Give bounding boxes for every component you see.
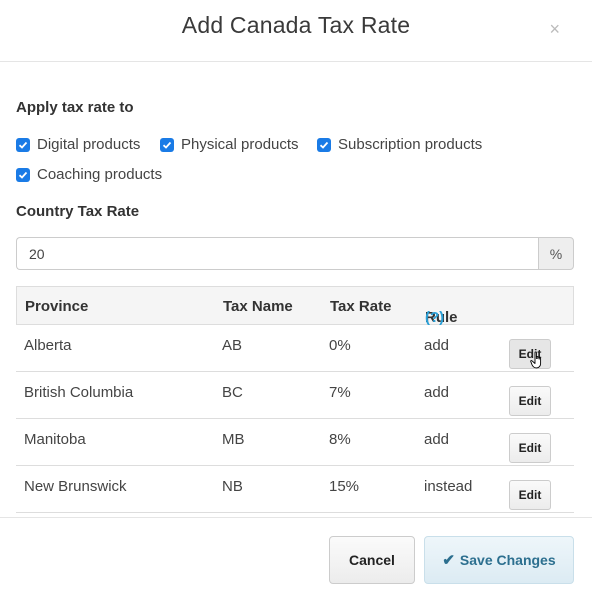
cancel-button[interactable]: Cancel bbox=[329, 536, 415, 584]
checkmark-icon: ✔ bbox=[442, 552, 455, 569]
country-tax-rate-label: Country Tax Rate bbox=[16, 203, 140, 220]
apply-tax-label: Apply tax rate to bbox=[16, 99, 134, 116]
cell-rule: instead bbox=[424, 478, 473, 495]
cell-tax-rate: 7% bbox=[329, 384, 351, 401]
save-changes-button[interactable]: ✔ Save Changes bbox=[424, 536, 574, 584]
cell-tax-name: NB bbox=[222, 478, 243, 495]
modal-header: Add Canada Tax Rate × bbox=[0, 0, 592, 62]
cell-rule: add bbox=[424, 337, 450, 354]
cell-province: British Columbia bbox=[24, 384, 134, 401]
checkbox-label: Coaching products bbox=[37, 166, 163, 183]
close-icon[interactable]: × bbox=[549, 20, 560, 38]
checkbox-label: Digital products bbox=[37, 136, 141, 153]
hand-cursor-icon bbox=[530, 351, 542, 369]
checkbox-physical-products[interactable]: Physical products bbox=[160, 136, 299, 153]
cell-tax-name: AB bbox=[222, 337, 243, 354]
cell-tax-rate: 0% bbox=[329, 337, 351, 354]
checkbox-checked-icon[interactable] bbox=[317, 137, 331, 152]
checkbox-checked-icon[interactable] bbox=[16, 137, 30, 152]
table-row: New Brunswick NB 15% instead Edit bbox=[16, 466, 574, 513]
checkbox-label: Subscription products bbox=[338, 136, 483, 153]
cell-province: Manitoba bbox=[24, 431, 86, 448]
modal-body[interactable]: Apply tax rate to Digital products Physi… bbox=[0, 62, 592, 518]
country-tax-rate-field: % bbox=[16, 237, 574, 270]
cell-tax-name: MB bbox=[222, 431, 245, 448]
cell-tax-rate: 15% bbox=[329, 478, 360, 495]
rule-help-link[interactable]: (?) bbox=[425, 309, 444, 326]
checkbox-coaching-products[interactable]: Coaching products bbox=[16, 166, 162, 183]
cell-province: Alberta bbox=[24, 337, 72, 354]
table-row: Alberta AB 0% add Edit bbox=[16, 325, 574, 372]
cell-rule: add bbox=[424, 431, 450, 448]
province-table: Province Tax Name Tax Rate Rule (?) Albe… bbox=[16, 286, 574, 513]
cell-province: New Brunswick bbox=[24, 478, 127, 495]
checkbox-digital-products[interactable]: Digital products bbox=[16, 136, 140, 153]
edit-button[interactable]: Edit bbox=[509, 480, 551, 510]
header-tax-name: Tax Name bbox=[223, 298, 293, 315]
table-row: Manitoba MB 8% add Edit bbox=[16, 419, 574, 466]
edit-button[interactable]: Edit bbox=[509, 386, 551, 416]
save-changes-label: Save Changes bbox=[459, 552, 556, 568]
header-province: Province bbox=[25, 298, 89, 315]
checkbox-checked-icon[interactable] bbox=[16, 167, 30, 182]
cell-tax-rate: 8% bbox=[329, 431, 351, 448]
checkbox-checked-icon[interactable] bbox=[160, 137, 174, 152]
table-row: British Columbia BC 7% add Edit bbox=[16, 372, 574, 419]
checkbox-label: Physical products bbox=[181, 136, 299, 153]
checkbox-subscription-products[interactable]: Subscription products bbox=[317, 136, 482, 153]
header-tax-rate: Tax Rate bbox=[330, 298, 392, 315]
edit-button[interactable]: Edit bbox=[509, 433, 551, 463]
cell-tax-name: BC bbox=[222, 384, 243, 401]
percent-addon: % bbox=[538, 237, 574, 270]
cell-rule: add bbox=[424, 384, 450, 401]
country-tax-rate-input[interactable] bbox=[16, 237, 538, 270]
modal-title: Add Canada Tax Rate bbox=[181, 12, 411, 38]
table-header: Province Tax Name Tax Rate Rule (?) bbox=[16, 286, 574, 326]
